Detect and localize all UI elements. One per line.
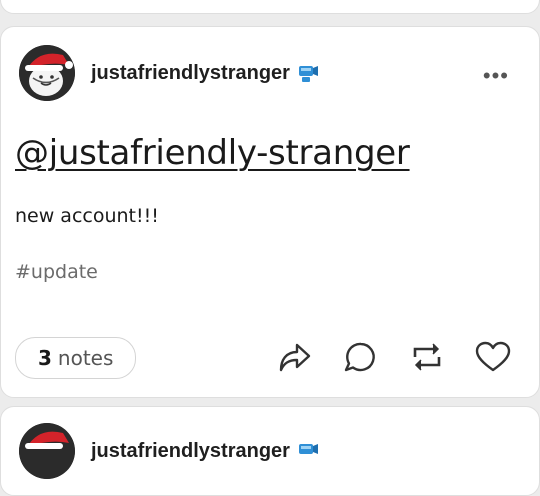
- more-options-icon[interactable]: •••: [483, 63, 509, 89]
- reply-icon[interactable]: [341, 339, 381, 375]
- post-body: new account!!!: [15, 205, 159, 227]
- notes-button[interactable]: 3 notes: [15, 337, 137, 379]
- like-icon[interactable]: [473, 339, 513, 375]
- avatar[interactable]: [19, 45, 75, 101]
- notes-count: 3: [38, 346, 52, 370]
- next-post-card: justafriendlystranger: [0, 406, 540, 496]
- next-post-header: justafriendlystranger: [19, 423, 319, 479]
- next-username[interactable]: justafriendlystranger: [91, 440, 290, 463]
- previous-post-card: [0, 0, 540, 14]
- verified-badge-icon: [297, 62, 319, 84]
- reblog-icon[interactable]: [407, 339, 447, 375]
- post-actions: [275, 339, 513, 375]
- username[interactable]: justafriendlystranger: [91, 62, 290, 85]
- notes-label: notes: [57, 346, 114, 370]
- next-verified-badge-icon: [297, 440, 319, 462]
- post-tag[interactable]: #update: [15, 261, 98, 283]
- post-title-link[interactable]: @justafriendly-stranger: [15, 133, 410, 173]
- next-avatar[interactable]: [19, 423, 75, 479]
- post-header: justafriendlystranger: [19, 45, 319, 101]
- share-icon[interactable]: [275, 339, 315, 375]
- post-card: justafriendlystranger ••• @justafriendly…: [0, 26, 540, 398]
